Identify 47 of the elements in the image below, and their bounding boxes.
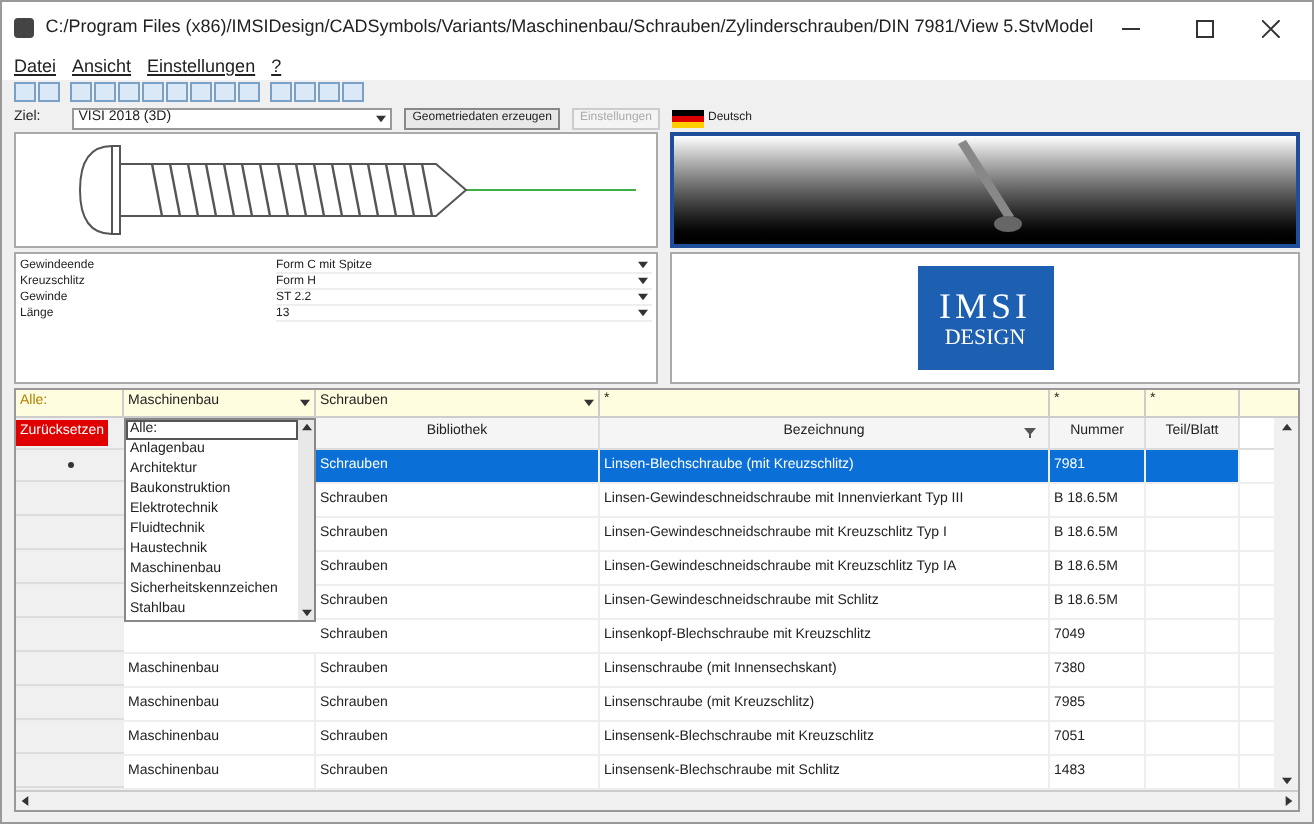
toolbar-button-icon[interactable] bbox=[270, 82, 292, 102]
row-header[interactable] bbox=[16, 450, 124, 482]
row-header[interactable] bbox=[16, 586, 124, 618]
caret-icon bbox=[300, 398, 310, 408]
caret-icon bbox=[376, 113, 387, 123]
row-header[interactable] bbox=[16, 552, 124, 584]
maximize-icon[interactable] bbox=[1196, 19, 1215, 37]
menu-item[interactable]: Datei bbox=[14, 53, 57, 81]
toolbar-button-icon[interactable] bbox=[318, 82, 340, 102]
scroll-down-icon[interactable] bbox=[301, 608, 311, 618]
horizontal-scrollbar[interactable] bbox=[16, 790, 1298, 810]
toolbar-button-icon[interactable] bbox=[214, 82, 236, 102]
toolbar-button-icon[interactable] bbox=[238, 82, 260, 102]
row-header[interactable] bbox=[16, 688, 124, 720]
minimize-icon[interactable] bbox=[1121, 27, 1141, 29]
scroll-down-icon[interactable] bbox=[1281, 776, 1291, 786]
menu-item[interactable]: Ansicht bbox=[72, 53, 132, 81]
german-flag-icon bbox=[671, 109, 704, 127]
scroll-up-icon[interactable] bbox=[301, 422, 311, 432]
menu-item[interactable]: Einstellungen bbox=[147, 53, 256, 81]
caret-icon bbox=[584, 398, 594, 408]
imsi-logo: IMSI DESIGN bbox=[917, 266, 1053, 370]
window-title: C:/Program Files (x86)/IMSIDesign/CADSymbols/Variants/Maschinenbau/Schrauben/Zylinderschrauben/DIN 7981/View 5.StvModel bbox=[45, 14, 1094, 41]
toolbar-button-icon[interactable] bbox=[190, 82, 212, 102]
toolbar-button-icon[interactable] bbox=[294, 82, 316, 102]
row-header[interactable] bbox=[16, 722, 124, 754]
app-icon bbox=[14, 18, 34, 38]
toolbar-button-icon[interactable] bbox=[70, 82, 92, 102]
menu-item[interactable]: ? bbox=[271, 53, 282, 81]
close-icon[interactable] bbox=[1262, 19, 1280, 37]
toolbar-button-icon[interactable] bbox=[118, 82, 140, 102]
scroll-right-icon[interactable] bbox=[1284, 796, 1294, 806]
toolbar-button-icon[interactable] bbox=[14, 82, 36, 102]
scroll-left-icon[interactable] bbox=[20, 796, 30, 806]
dropdown-scrollbar[interactable] bbox=[298, 420, 314, 620]
toolbar-button-icon[interactable] bbox=[94, 82, 116, 102]
vertical-scrollbar[interactable] bbox=[1274, 418, 1298, 790]
row-header[interactable] bbox=[16, 654, 124, 686]
toolbar-button-icon[interactable] bbox=[166, 82, 188, 102]
scroll-up-icon[interactable] bbox=[1281, 422, 1291, 432]
row-header[interactable] bbox=[16, 518, 124, 550]
row-header[interactable] bbox=[16, 484, 124, 516]
toolbar-button-icon[interactable] bbox=[142, 82, 164, 102]
filter-icon[interactable] bbox=[1024, 428, 1036, 438]
row-header[interactable] bbox=[16, 620, 124, 652]
toolbar-button-icon[interactable] bbox=[38, 82, 60, 102]
toolbar-button-icon[interactable] bbox=[342, 82, 364, 102]
